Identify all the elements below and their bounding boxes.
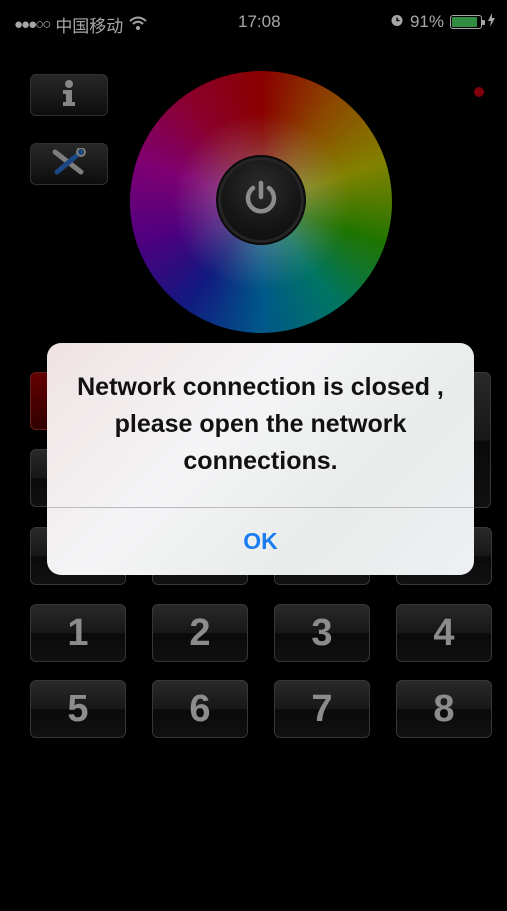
alert-message: Network connection is closed , please op… [77,373,444,475]
network-alert-dialog: Network connection is closed , please op… [47,343,474,575]
ok-button[interactable]: OK [47,508,474,575]
app-screen: ●●●○○ 中国移动 17:08 91% 1 2 3 4 5 6 7 8 Net… [6,0,501,911]
